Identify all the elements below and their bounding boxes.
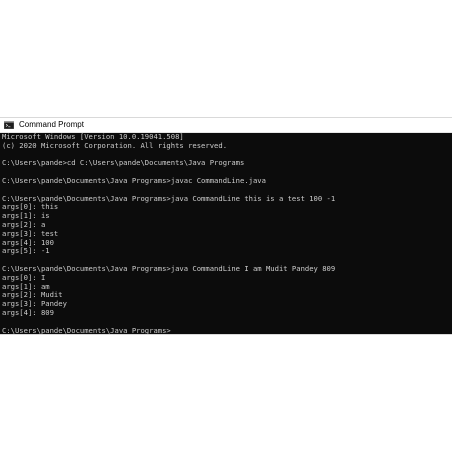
console-line: C:\Users\pande\Documents\Java Programs> xyxy=(2,325,171,334)
title-bar[interactable]: Command Prompt xyxy=(0,118,452,133)
console-line: args[2]: a xyxy=(2,219,46,229)
console-line: C:\Users\pande\Documents\Java Programs>j… xyxy=(2,175,266,185)
console-line: C:\Users\pande>cd C:\Users\pande\Documen… xyxy=(2,158,245,168)
page: Command Prompt Microsoft Windows [Versio… xyxy=(0,0,452,452)
console-line: args[1]: am xyxy=(2,281,50,291)
window-title: Command Prompt xyxy=(19,120,84,129)
console-line: C:\Users\pande\Documents\Java Programs>j… xyxy=(2,193,336,203)
console-line: (c) 2020 Microsoft Corporation. All righ… xyxy=(2,140,228,150)
cmd-icon xyxy=(4,121,14,129)
console-line: args[0]: I xyxy=(2,272,46,282)
console-output[interactable]: Microsoft Windows [Version 10.0.19041.50… xyxy=(2,133,450,334)
console-line: args[1]: is xyxy=(2,211,50,221)
command-prompt-window[interactable]: Command Prompt Microsoft Windows [Versio… xyxy=(0,118,452,334)
console-line: args[4]: 100 xyxy=(2,237,54,247)
console-line: args[4]: 809 xyxy=(2,307,54,317)
console-line: args[3]: test xyxy=(2,228,59,238)
console-line: args[5]: -1 xyxy=(2,246,50,256)
console-line: C:\Users\pande\Documents\Java Programs>j… xyxy=(2,263,336,273)
console-line: args[0]: this xyxy=(2,202,59,212)
console-line: args[3]: Pandey xyxy=(2,299,67,309)
console-line: args[2]: Mudit xyxy=(2,290,63,300)
